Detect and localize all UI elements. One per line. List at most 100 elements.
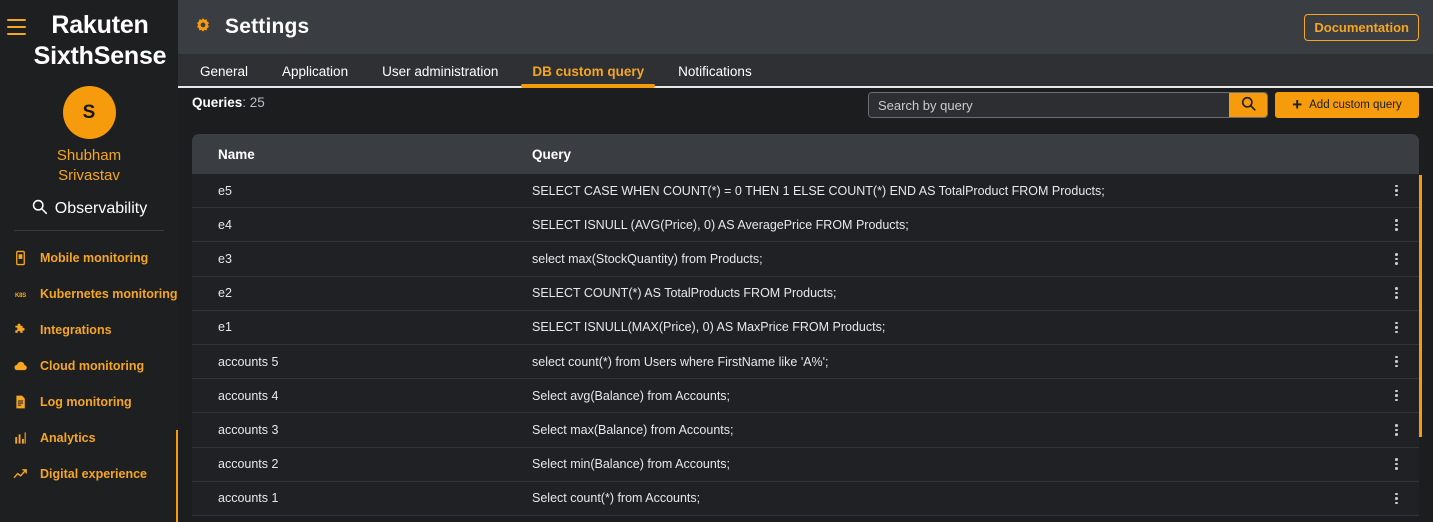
table-header-row: Name Query — [192, 134, 1419, 174]
trend-arrow-icon — [10, 465, 30, 483]
row-actions — [1374, 321, 1419, 334]
row-menu-icon[interactable] — [1374, 355, 1419, 368]
row-menu-icon[interactable] — [1374, 389, 1419, 402]
search-input[interactable] — [869, 93, 1229, 117]
tab-general[interactable]: General — [192, 64, 265, 86]
sidebar-item-log-monitoring[interactable]: Log monitoring — [0, 384, 178, 420]
puzzle-icon — [10, 321, 30, 339]
avatar-container: S — [0, 86, 178, 139]
sidebar-item-mobile-monitoring[interactable]: Mobile monitoring — [0, 240, 178, 276]
table-row[interactable]: e4 SELECT ISNULL (AVG(Price), 0) AS Avera… — [192, 208, 1419, 243]
table-row[interactable]: accounts 1 Select count(*) from Accounts; — [192, 481, 1419, 516]
sidebar-item-label: Analytics — [40, 431, 96, 445]
row-actions — [1374, 219, 1419, 231]
table-body: e5 SELECT CASE WHEN COUNT(*) = 0 THEN 1 E… — [192, 174, 1419, 516]
cell-name: accounts 1 — [218, 491, 279, 506]
table-scrollbar[interactable] — [1419, 175, 1422, 437]
row-menu-icon[interactable] — [1374, 321, 1419, 334]
row-actions — [1374, 253, 1419, 265]
main-content: Settings Documentation General Applicati… — [178, 0, 1433, 522]
svg-text:K8S: K8S — [15, 293, 26, 299]
avatar[interactable]: S — [62, 86, 116, 139]
table-row[interactable]: accounts 3 Select max(Balance) from Accou… — [192, 413, 1419, 448]
cell-query: SELECT CASE WHEN COUNT(*) = 0 THEN 1 ELS… — [532, 183, 1105, 198]
sidebar-divider — [14, 230, 164, 231]
sidebar-section-observability[interactable]: Observability — [0, 198, 178, 220]
row-menu-icon[interactable] — [1374, 424, 1419, 436]
cell-name: accounts 3 — [218, 422, 279, 437]
column-header-query: Query — [532, 146, 572, 162]
sidebar-item-label: Cloud monitoring — [40, 359, 145, 373]
hamburger-bar — [7, 26, 26, 28]
plus-icon: + — [1292, 94, 1303, 114]
row-menu-icon[interactable] — [1374, 253, 1419, 265]
user-first-name: Shubham — [56, 147, 122, 164]
cell-name: e2 — [218, 286, 232, 301]
sidebar-item-label: Kubernetes monitoring — [40, 287, 178, 301]
sidebar-item-analytics[interactable]: Analytics — [0, 420, 178, 456]
tab-application[interactable]: Application — [265, 64, 365, 86]
sidebar-item-label: Digital experience — [40, 467, 147, 481]
table-row[interactable]: e1 SELECT ISNULL(MAX(Price), 0) AS MaxPri… — [192, 310, 1419, 345]
cell-name: e5 — [218, 183, 232, 198]
table-row[interactable]: e3 select max(StockQuantity) from Product… — [192, 242, 1419, 277]
queries-count-label: Queries: 25 — [192, 95, 265, 110]
user-name: Shubham Srivastav — [0, 146, 178, 186]
row-menu-icon[interactable] — [1374, 287, 1419, 299]
table-row[interactable]: accounts 4 Select avg(Balance) from Accou… — [192, 379, 1419, 414]
row-actions — [1374, 355, 1419, 368]
page-title: Settings — [225, 15, 310, 38]
row-menu-icon[interactable] — [1374, 184, 1419, 197]
queries-table: Name Query e5 SELECT CASE WHEN COUNT(*) =… — [192, 134, 1422, 516]
table-row[interactable]: e2 SELECT COUNT(*) AS TotalProducts FROM … — [192, 276, 1419, 311]
toolbar: Queries: 25 + Add custom query — [178, 88, 1433, 134]
tab-notifications[interactable]: Notifications — [661, 64, 769, 86]
brand-logo[interactable]: Rakuten SixthSense — [0, 0, 178, 72]
table-row[interactable]: accounts 2 Select min(Balance) from Accou… — [192, 447, 1419, 482]
add-custom-query-button[interactable]: + Add custom query — [1275, 92, 1419, 118]
cell-query: SELECT COUNT(*) AS TotalProducts FROM Pr… — [532, 286, 837, 301]
tab-db-custom-query[interactable]: DB custom query — [515, 64, 661, 88]
document-icon — [10, 393, 30, 411]
documentation-button[interactable]: Documentation — [1304, 14, 1419, 41]
cell-name: accounts 2 — [218, 457, 279, 472]
row-actions — [1374, 458, 1419, 470]
sidebar-item-digital-experience[interactable]: Digital experience — [0, 456, 178, 492]
cell-query: select count(*) from Users where FirstNa… — [532, 354, 829, 369]
brand-line-2: SixthSense — [33, 42, 167, 70]
sidebar-item-cloud-monitoring[interactable]: Cloud monitoring — [0, 348, 178, 384]
queries-label-text: Queries — [192, 95, 243, 110]
sidebar-nav: Mobile monitoring K8S Kubernetes monitor… — [0, 240, 178, 492]
tab-user-administration[interactable]: User administration — [365, 64, 515, 86]
row-menu-icon[interactable] — [1374, 458, 1419, 470]
sidebar-item-integrations[interactable]: Integrations — [0, 312, 178, 348]
table-row[interactable]: e5 SELECT CASE WHEN COUNT(*) = 0 THEN 1 E… — [192, 174, 1419, 209]
cell-query: Select max(Balance) from Accounts; — [532, 422, 734, 437]
hamburger-bar — [7, 33, 26, 35]
add-custom-query-label: Add custom query — [1309, 99, 1402, 111]
row-actions — [1374, 287, 1419, 299]
cell-name: e4 — [218, 217, 232, 232]
cell-name: e1 — [218, 320, 232, 335]
cell-name: accounts 5 — [218, 354, 279, 369]
row-menu-icon[interactable] — [1374, 492, 1419, 505]
bar-chart-icon — [10, 429, 30, 447]
search-circle-icon — [31, 198, 48, 220]
user-last-name: Srivastav — [58, 167, 120, 184]
row-actions — [1374, 424, 1419, 436]
row-actions — [1374, 492, 1419, 505]
hamburger-menu-icon[interactable] — [7, 19, 26, 35]
tab-bar: General Application User administration … — [178, 54, 1433, 88]
cell-query: Select count(*) from Accounts; — [532, 491, 701, 506]
cell-query: Select min(Balance) from Accounts; — [532, 457, 730, 472]
sidebar: Rakuten SixthSense S Shubham Srivastav O… — [0, 0, 178, 522]
sidebar-item-label: Mobile monitoring — [40, 251, 149, 265]
row-actions — [1374, 184, 1419, 197]
table-row[interactable]: accounts 5 select count(*) from Users whe… — [192, 344, 1419, 380]
sidebar-item-kubernetes-monitoring[interactable]: K8S Kubernetes monitoring — [0, 276, 178, 312]
row-menu-icon[interactable] — [1374, 219, 1419, 231]
mobile-icon — [10, 249, 30, 267]
gear-icon — [192, 16, 214, 38]
search-button[interactable] — [1229, 93, 1267, 117]
queries-separator: : — [242, 95, 250, 110]
